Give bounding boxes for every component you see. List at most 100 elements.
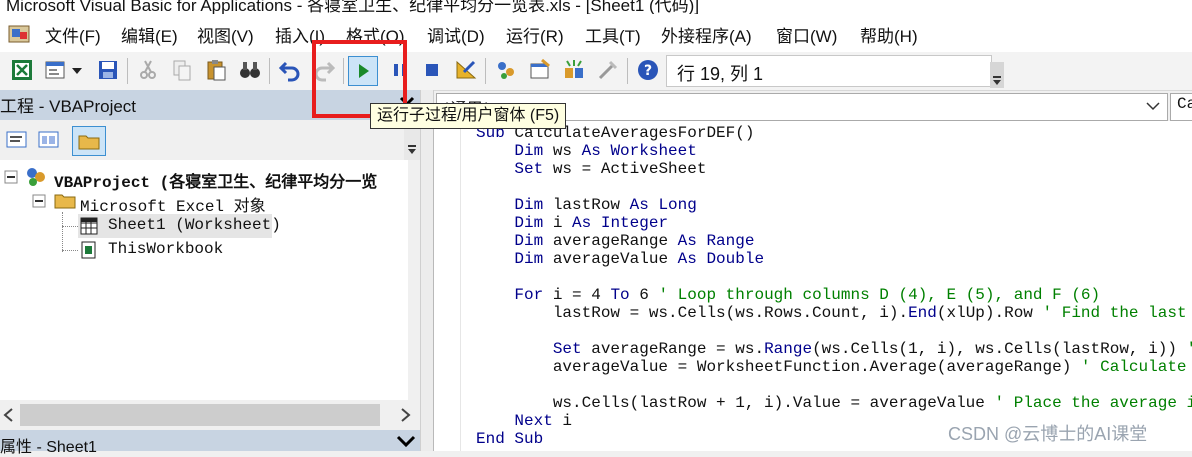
menu-window[interactable]: 窗口(W) xyxy=(776,22,837,47)
code-comment: ' Place the average in the xyxy=(994,394,1192,412)
tree-folder-label[interactable]: Microsoft Excel 对象 xyxy=(80,192,266,216)
cursor-position-display: 行 19, 列 1 xyxy=(666,55,992,87)
procedure-dropdown-value: Ca xyxy=(1177,95,1192,113)
code-text: Dim ws As Worksheet xyxy=(514,142,697,160)
code-line[interactable]: End Sub xyxy=(476,430,543,448)
code-line[interactable]: averageValue = WorksheetFunction.Average… xyxy=(476,358,1192,376)
project-tree: VBAProject (各寝室卫生、纪律平均分一览 Microsoft Exce… xyxy=(0,160,408,400)
tree-connector xyxy=(62,226,78,228)
code-text: Next i xyxy=(514,412,573,430)
procedure-dropdown[interactable]: Ca xyxy=(1170,93,1192,121)
menu-edit[interactable]: 编辑(E) xyxy=(121,22,178,47)
code-text: averageValue = WorksheetFunction.Average… xyxy=(476,358,1081,376)
chevron-down-icon[interactable] xyxy=(396,434,416,448)
scroll-thumb[interactable] xyxy=(20,404,380,426)
save-icon[interactable] xyxy=(96,58,120,82)
project-panel-toolbar xyxy=(0,120,420,160)
toolbar-options-icon[interactable] xyxy=(990,62,1004,88)
insert-userform-icon[interactable] xyxy=(44,58,68,82)
menu-run[interactable]: 运行(R) xyxy=(506,22,564,47)
view-code-icon[interactable] xyxy=(6,130,28,150)
reset-icon[interactable] xyxy=(420,58,444,82)
tree-root-label[interactable]: VBAProject (各寝室卫生、纪律平均分一览 xyxy=(54,168,377,192)
code-text: Dim i As Integer xyxy=(514,214,669,232)
code-margin[interactable] xyxy=(434,121,461,451)
svg-text:?: ? xyxy=(644,63,652,79)
code-line[interactable]: ws.Cells(lastRow + 1, i).Value = average… xyxy=(476,394,1192,412)
properties-panel-titlebar: 属性 - Sheet1 xyxy=(0,430,420,456)
code-line[interactable]: Set ws = ActiveSheet xyxy=(476,160,706,178)
folder-icon xyxy=(78,135,100,150)
tree-item-sheet1[interactable]: Sheet1 (Worksheet) xyxy=(78,214,281,238)
properties-panel-title: 属性 - Sheet1 xyxy=(0,439,97,456)
scroll-right-icon[interactable] xyxy=(398,407,412,423)
code-line[interactable]: lastRow = ws.Cells(ws.Rows.Count, i).End… xyxy=(476,304,1192,322)
design-mode-icon[interactable] xyxy=(454,58,478,82)
tree-connector xyxy=(62,250,78,252)
code-comment: ' Set xyxy=(1187,340,1192,358)
object-browser-icon[interactable] xyxy=(562,58,586,82)
menu-tools[interactable]: 工具(T) xyxy=(585,22,641,47)
workbook-icon xyxy=(81,241,96,259)
watermark: CSDN @云博士的AI课堂 xyxy=(948,424,1148,444)
properties-icon[interactable] xyxy=(528,58,552,82)
window-title: Microsoft Visual Basic for Applications … xyxy=(6,0,700,14)
collapse-icon[interactable] xyxy=(32,194,46,208)
code-text: Dim averageRange As Range xyxy=(514,232,755,250)
code-line[interactable]: Set averageRange = ws.Range(ws.Cells(1, … xyxy=(476,340,1192,358)
code-line[interactable]: Dim ws As Worksheet xyxy=(476,142,697,160)
code-comment: ' Find the last row w xyxy=(1042,304,1187,322)
code-text: Dim lastRow As Long xyxy=(514,196,697,214)
dropdown-arrow-icon[interactable] xyxy=(70,58,84,82)
excel-icon[interactable] xyxy=(10,58,34,82)
code-line[interactable]: Dim averageValue As Double xyxy=(476,250,764,268)
copy-icon[interactable] xyxy=(170,58,194,82)
menu-file[interactable]: 文件(F) xyxy=(45,22,101,47)
view-object-icon[interactable] xyxy=(38,130,60,150)
code-text: Set ws = ActiveSheet xyxy=(514,160,707,178)
window-title-bar: Microsoft Visual Basic for Applications … xyxy=(0,0,1192,14)
code-comment: ' Loop through columns D (4), E (5), and… xyxy=(658,286,1101,304)
code-text: End Sub xyxy=(476,430,544,448)
project-explorer-icon[interactable] xyxy=(494,58,518,82)
toolbox-icon[interactable] xyxy=(596,58,620,82)
menu-addins[interactable]: 外接程序(A) xyxy=(661,22,752,47)
folder-open-icon xyxy=(54,194,76,209)
code-line[interactable]: For i = 4 To 6 ' Loop through columns D … xyxy=(476,286,1100,304)
code-line[interactable]: Next i xyxy=(476,412,572,430)
scroll-down-icon[interactable] xyxy=(407,144,417,156)
cut-icon[interactable] xyxy=(136,58,160,82)
find-icon[interactable] xyxy=(238,58,262,82)
menu-debug[interactable]: 调试(D) xyxy=(427,22,485,47)
run-tooltip: 运行子过程/用户窗体 (F5) xyxy=(370,103,567,129)
code-comment: ' Calculate the a xyxy=(1080,358,1187,376)
help-icon[interactable]: ? xyxy=(636,58,660,82)
paste-icon[interactable] xyxy=(204,58,228,82)
worksheet-icon xyxy=(80,217,98,235)
code-text: Set averageRange = ws.Range(ws.Cells(1, … xyxy=(552,340,1187,358)
menu-help[interactable]: 帮助(H) xyxy=(860,22,918,47)
panel-splitter[interactable] xyxy=(420,90,434,451)
vbaproject-icon xyxy=(27,168,45,186)
tree-item-label: Sheet1 (Worksheet) xyxy=(108,216,281,234)
tree-item-label: ThisWorkbook xyxy=(108,240,224,258)
scroll-left-icon[interactable] xyxy=(2,407,16,423)
code-text: Dim averageValue As Double xyxy=(514,250,765,268)
code-text: ws.Cells(lastRow + 1, i).Value = average… xyxy=(476,394,995,412)
toggle-folders-button[interactable] xyxy=(72,126,106,156)
tree-connector xyxy=(62,212,64,252)
menu-view[interactable]: 视图(V) xyxy=(197,22,254,47)
code-line[interactable]: Dim lastRow As Long xyxy=(476,196,697,214)
code-editor[interactable]: Sub CalculateAveragesForDEF() Dim ws As … xyxy=(433,121,1192,451)
collapse-icon[interactable] xyxy=(4,170,18,184)
vba-app-icon[interactable] xyxy=(8,23,32,45)
project-panel-title: 工程 - VBAProject xyxy=(0,97,137,116)
project-horizontal-scrollbar[interactable] xyxy=(0,400,420,430)
cursor-position-text: 行 19, 列 1 xyxy=(677,64,764,84)
code-line[interactable]: Dim i As Integer xyxy=(476,214,668,232)
code-line[interactable]: Dim averageRange As Range xyxy=(476,232,754,250)
code-text: lastRow = ws.Cells(ws.Rows.Count, i).End… xyxy=(476,304,1043,322)
chevron-down-icon[interactable] xyxy=(1145,100,1161,112)
undo-icon[interactable] xyxy=(278,58,302,82)
tree-item-thisworkbook[interactable]: ThisWorkbook xyxy=(78,238,238,262)
